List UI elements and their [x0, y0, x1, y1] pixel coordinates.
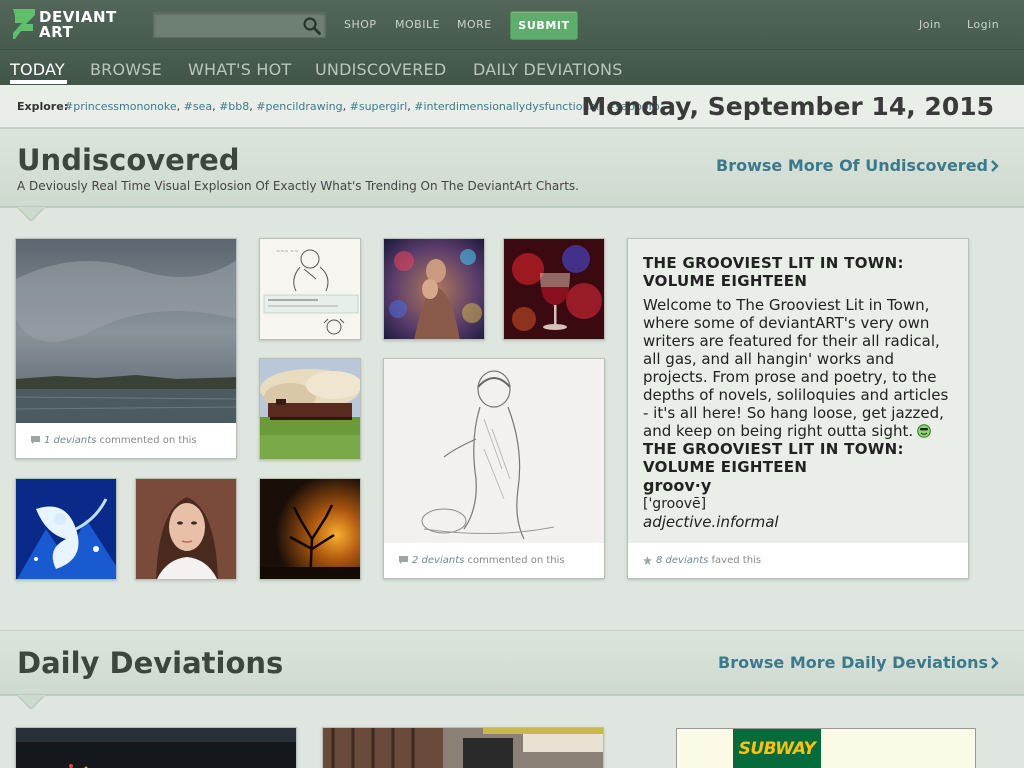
thumbnail-painted-couple[interactable] [383, 238, 485, 340]
literature-excerpt: THE GROOVIEST LIT IN TOWN: VOLUME EIGHTE… [643, 254, 955, 544]
lit-pronunciation: ['groovē] [643, 496, 707, 512]
tab-daily-deviations[interactable]: DAILY DEVIATIONS [473, 60, 623, 79]
sunset-tree-image [260, 479, 360, 579]
caption-count[interactable]: 1 deviants [44, 435, 96, 446]
lit-title-repeat: THE GROOVIEST LIT IN TOWN: VOLUME EIGHTE… [643, 440, 904, 476]
caption-count[interactable]: 2 deviants [412, 555, 464, 566]
thumbnail-wine-glass[interactable] [503, 238, 605, 340]
sketch-comic-image: ~~~ ~~ [260, 239, 360, 339]
top-bar: DEVIANT ART SHOP MOBILE MORE SUBMIT Join… [0, 0, 1024, 50]
deviantart-logo-icon [13, 9, 35, 39]
smiley-icon [917, 424, 931, 438]
comment-icon [399, 556, 408, 564]
thumbnail-portrait[interactable] [135, 478, 237, 580]
section-title: Daily Deviations [17, 646, 284, 680]
explore-tag[interactable]: #bb8 [219, 100, 249, 113]
stormy-sea-image [16, 239, 236, 425]
caption-count[interactable]: 8 deviants [656, 555, 708, 566]
caption-text: faved this [711, 555, 762, 566]
undiscovered-header: Undiscovered A Deviously Real Time Visua… [0, 128, 1024, 208]
lit-title: THE GROOVIEST LIT IN TOWN: VOLUME EIGHTE… [643, 254, 904, 290]
storefront-image [323, 728, 603, 768]
caption-text: commented on this [467, 555, 565, 566]
explore-tag[interactable]: #supergirl [350, 100, 408, 113]
browse-more-undiscovered-link[interactable]: Browse More Of Undiscovered [716, 156, 988, 175]
thumbnail-night-scene[interactable] [15, 727, 297, 768]
explore-bar: Explore: #princessmononoke, #sea, #bb8, … [0, 85, 1024, 128]
nav-more-link[interactable]: MORE [457, 18, 492, 31]
thumbnail-storefront[interactable] [322, 727, 604, 768]
daily-deviations-header: Daily Deviations Browse More Daily Devia… [0, 630, 1024, 696]
lit-body: Welcome to The Grooviest Lit in Town, wh… [643, 296, 949, 440]
tab-undiscovered[interactable]: UNDISCOVERED [315, 60, 446, 79]
thumbnail-steam-train[interactable] [259, 358, 361, 460]
lit-definition: adjective.informal [643, 513, 779, 531]
explore-tag[interactable]: #interdimensionallydysfunctional [414, 100, 599, 113]
caption-text: commented on this [99, 435, 197, 446]
section-subtitle: A Deviously Real Time Visual Explosion O… [17, 179, 579, 193]
deviantart-logo[interactable]: DEVIANT ART [13, 9, 133, 43]
star-icon [643, 556, 652, 565]
night-scene-image [16, 728, 296, 768]
search-icon[interactable] [302, 16, 322, 36]
steam-train-image [260, 359, 360, 459]
logo-text-art: ART [39, 23, 74, 41]
thumbnail-ice-fairy[interactable] [15, 478, 117, 580]
nav-mobile-link[interactable]: MOBILE [395, 18, 440, 31]
thumbnail-caption: 8 deviants faved this [628, 543, 968, 578]
section-pointer [17, 695, 45, 709]
browse-more-daily-deviations-link[interactable]: Browse More Daily Deviations [718, 653, 988, 672]
svg-text:~~~ ~~: ~~~ ~~ [276, 249, 299, 255]
literature-card[interactable]: THE GROOVIEST LIT IN TOWN: VOLUME EIGHTE… [627, 238, 969, 579]
section-pointer [17, 207, 45, 221]
chevron-right-icon [991, 160, 999, 172]
nav-shop-link[interactable]: SHOP [344, 18, 377, 31]
tab-whats-hot[interactable]: WHAT'S HOT [188, 60, 291, 79]
lit-word: groov·y [643, 476, 712, 495]
explore-label: Explore: [17, 100, 69, 113]
thumbnail-caption: 2 deviants commented on this [384, 543, 604, 578]
explore-tag[interactable]: #pencildrawing [256, 100, 342, 113]
painted-couple-image [384, 239, 484, 339]
explore-tag[interactable]: #sea [184, 100, 212, 113]
tab-today[interactable]: TODAY [10, 60, 65, 79]
subway-advertisement[interactable]: SUBWAY [676, 728, 976, 768]
login-link[interactable]: Login [967, 18, 999, 31]
explore-tag[interactable]: #princessmononoke [64, 100, 177, 113]
today-date: Monday, September 14, 2015 [581, 92, 994, 121]
search-input[interactable] [160, 17, 296, 35]
ice-fairy-image [16, 479, 116, 579]
search-box [153, 12, 326, 38]
chevron-right-icon [991, 657, 999, 669]
subway-logo: SUBWAY [733, 729, 821, 768]
submit-button[interactable]: SUBMIT [510, 11, 578, 40]
tab-browse[interactable]: BROWSE [90, 60, 162, 79]
portrait-image [136, 479, 236, 579]
active-tab-indicator [10, 80, 67, 84]
thumbnail-sketch-comic[interactable]: ~~~ ~~ [259, 238, 361, 340]
thumbnail-caption: 1 deviants commented on this [16, 423, 236, 458]
section-title: Undiscovered [17, 143, 240, 177]
thumbnail-stormy-sea[interactable]: 1 deviants commented on this [15, 238, 237, 459]
section-tabs: TODAY BROWSE WHAT'S HOT UNDISCOVERED DAI… [0, 50, 1024, 85]
thumbnail-sunset-tree[interactable] [259, 478, 361, 580]
comment-icon [31, 436, 40, 444]
explore-tags: #princessmononoke, #sea, #bb8, #pencildr… [64, 100, 660, 113]
thumbnail-pencil-sketch[interactable]: 2 deviants commented on this [383, 358, 605, 579]
join-link[interactable]: Join [919, 18, 941, 31]
pencil-sketch-image [384, 359, 604, 545]
wine-glass-image [504, 239, 604, 339]
